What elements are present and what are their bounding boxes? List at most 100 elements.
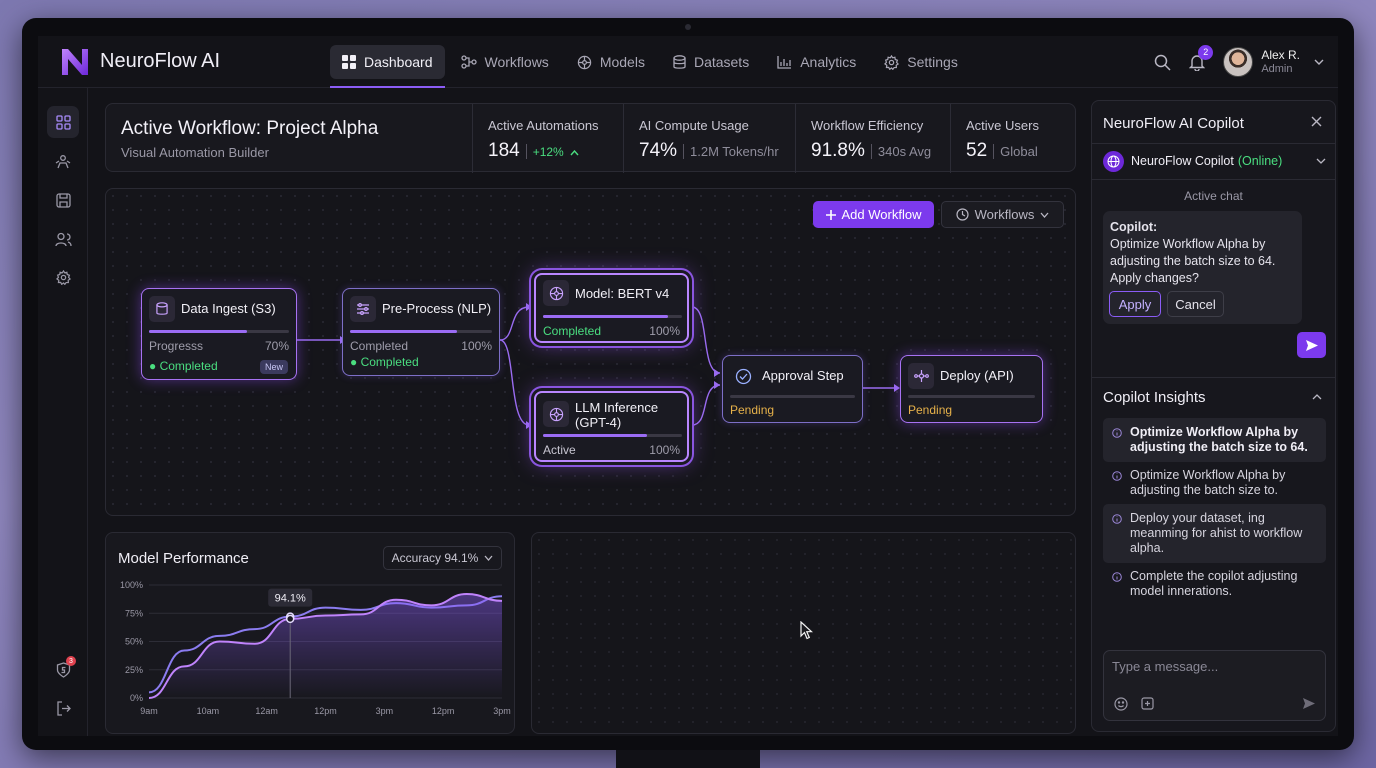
node-status: ● Completed (350, 355, 419, 369)
insight-text: Optimize Workflow Alpha by adjusting the… (1130, 425, 1308, 454)
sidebar-logout[interactable] (47, 692, 79, 724)
top-right-actions: 2 Alex R. Admin (1154, 44, 1324, 80)
node-progress-bar (543, 315, 682, 318)
x-tick-label: 9am (140, 706, 158, 716)
insights-title: Copilot Insights (1103, 389, 1206, 406)
node-title: Deploy (API) (940, 368, 1014, 383)
apply-button[interactable]: Apply (1109, 291, 1161, 317)
database-icon (149, 296, 175, 322)
node-progress-bar (730, 395, 855, 398)
y-tick-label: 50% (125, 637, 143, 647)
model-icon (577, 55, 592, 70)
sidebar-workflows[interactable] (47, 145, 79, 177)
chat-body: Optimize Workflow Alpha by adjusting the… (1110, 237, 1276, 285)
stat-compute-usage: AI Compute Usage 74% 1.2M Tokens/hr (623, 104, 795, 173)
chevron-up-icon[interactable] (1312, 394, 1322, 400)
sidebar-alerts[interactable]: 3 (47, 654, 79, 686)
webcam (685, 24, 691, 30)
close-icon[interactable] (1311, 116, 1322, 127)
user-menu[interactable]: Alex R. Admin (1223, 47, 1324, 77)
insight-item[interactable]: Optimize Workflow Alpha by adjusting the… (1103, 418, 1326, 462)
node-left-label: Completed (350, 339, 409, 353)
nav-label: Analytics (800, 54, 857, 70)
node-deploy-api[interactable]: Deploy (API) Pending (900, 355, 1043, 423)
node-percent: 100% (649, 324, 680, 338)
active-chat-label: Active chat (1184, 189, 1243, 203)
sidebar-dashboard[interactable] (47, 106, 79, 138)
sidebar: 3 (38, 88, 88, 736)
brand-name: NeuroFlow AI (100, 50, 221, 72)
x-tick-label: 10am (197, 706, 220, 716)
insight-item[interactable]: Optimize Workflow Alpha by adjusting the… (1103, 461, 1326, 505)
check-circle-icon (730, 363, 756, 389)
search-icon[interactable] (1154, 54, 1171, 71)
attachment-icon[interactable] (1141, 697, 1154, 710)
stat-value: 52 (966, 140, 988, 161)
empty-canvas-panel (531, 532, 1076, 734)
sidebar-users[interactable] (47, 223, 79, 255)
node-model-bert[interactable]: Model: BERT v4 Completed 100% (534, 273, 689, 343)
deploy-icon (908, 363, 934, 389)
grid-icon (342, 55, 356, 69)
workflow-canvas[interactable]: Add Workflow Workflows Data Ingest (S3) … (105, 188, 1076, 516)
stat-sub: 340s Avg (877, 144, 932, 159)
node-percent: 100% (461, 339, 492, 353)
message-input[interactable] (1112, 659, 1317, 674)
node-data-ingest[interactable]: Data Ingest (S3) Progresss 70% ● Complet… (141, 288, 297, 380)
insight-item[interactable]: Complete the copilot adjusting model inn… (1103, 562, 1326, 606)
nav-dashboard[interactable]: Dashboard (330, 45, 445, 88)
logo-icon (62, 49, 88, 75)
y-tick-label: 0% (130, 693, 143, 703)
node-pre-process[interactable]: Pre-Process (NLP) Completed 100% ● Compl… (342, 288, 500, 376)
bell-icon[interactable]: 2 (1189, 44, 1214, 71)
copilot-agent-selector[interactable]: NeuroFlow Copilot (Online) (1103, 150, 1326, 172)
chat-message-text: Copilot: Optimize Workflow Alpha by adju… (1110, 219, 1296, 287)
user-name: Alex R. (1261, 48, 1300, 62)
stat-active-users: Active Users 52 Global (950, 104, 1075, 173)
nav-workflows[interactable]: Workflows (449, 45, 561, 79)
grid-icon (55, 114, 71, 130)
node-percent: 100% (649, 443, 680, 457)
copilot-agent-name: NeuroFlow Copilot (1131, 154, 1234, 168)
send-icon[interactable] (1302, 697, 1316, 710)
gear-icon (884, 54, 900, 70)
x-tick-label: 12pm (314, 706, 337, 716)
copilot-globe-icon (1103, 150, 1124, 172)
node-llm-inference[interactable]: LLM Inference (GPT-4) Active 100% (534, 391, 689, 462)
performance-chart: 100% 75% 50% 25% 0% 9am 10am 12am 12pm 3pm 12pm 3pm… (120, 580, 511, 716)
sidebar-settings[interactable] (47, 261, 79, 293)
cancel-button[interactable]: Cancel (1167, 291, 1224, 317)
save-icon (55, 192, 71, 208)
insight-item[interactable]: Deploy your dataset, ing meanming for ah… (1103, 504, 1326, 563)
send-button[interactable] (1297, 332, 1326, 358)
node-approval-step[interactable]: Approval Step Pending (722, 355, 863, 423)
metric-dropdown[interactable]: Accuracy 94.1% (383, 546, 502, 570)
nav-analytics[interactable]: Analytics (765, 45, 868, 79)
sidebar-storage[interactable] (47, 184, 79, 216)
chevron-down-icon (1316, 158, 1326, 164)
node-title: LLM Inference (GPT-4) (575, 400, 659, 430)
app-screen: NeuroFlow AI Dashboard Workflows Models … (38, 36, 1338, 736)
node-left-label: Progresss (149, 339, 204, 353)
sliders-icon (350, 296, 376, 322)
model-icon (543, 280, 569, 306)
page-title: Active Workflow: Project Alpha (121, 118, 379, 139)
insight-text: Optimize Workflow Alpha by adjusting the… (1130, 468, 1286, 497)
node-title: Model: BERT v4 (575, 286, 670, 301)
nav-datasets[interactable]: Datasets (661, 45, 761, 79)
status-text: Completed (159, 359, 218, 373)
nav-label: Dashboard (364, 54, 433, 70)
chevron-up-icon (570, 150, 579, 156)
people-network-icon (55, 154, 71, 169)
nav-label: Workflows (484, 54, 549, 70)
stat-label: Workflow Efficiency (811, 118, 924, 133)
info-icon (1112, 571, 1122, 586)
nav-models[interactable]: Models (565, 45, 657, 79)
stat-workflow-efficiency: Workflow Efficiency 91.8% 340s Avg (795, 104, 950, 173)
nav-settings[interactable]: Settings (872, 45, 970, 79)
data-point (285, 614, 295, 624)
chevron-down-icon (484, 555, 493, 561)
node-title: Approval Step (762, 368, 844, 383)
emoji-icon[interactable] (1114, 697, 1128, 711)
info-icon (1112, 427, 1122, 442)
